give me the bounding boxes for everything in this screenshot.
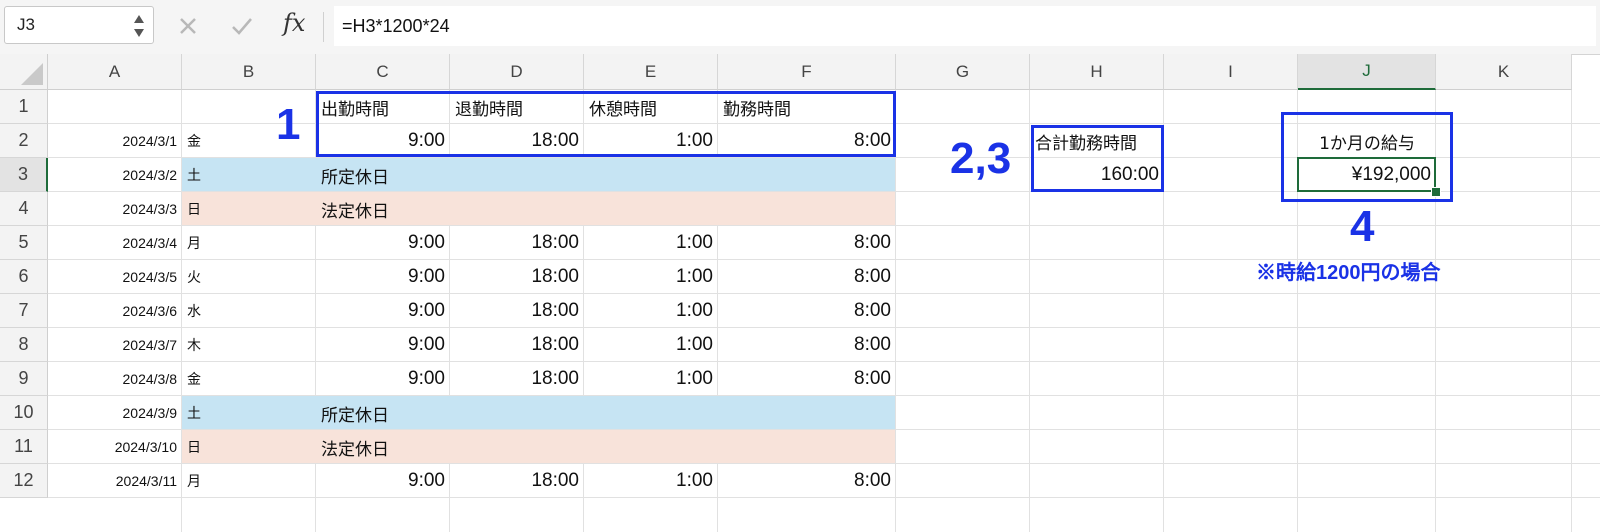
time-cell-e[interactable]: 1:00 (584, 464, 718, 498)
cancel-icon[interactable] (172, 10, 204, 42)
confirm-check-icon[interactable] (226, 10, 258, 42)
time-cell-e[interactable]: 1:00 (584, 260, 718, 294)
row-header-5[interactable]: 5 (0, 226, 48, 260)
annotation-note: ※時給1200円の場合 (1256, 262, 1441, 284)
select-all-corner[interactable] (0, 54, 48, 90)
row-header-7[interactable]: 7 (0, 294, 48, 328)
time-cell-d[interactable]: 18:00 (450, 226, 584, 260)
holiday-label-cell[interactable]: 法定休日 (316, 430, 896, 464)
column-header-k[interactable]: K (1436, 54, 1572, 90)
time-cell-f[interactable]: 8:00 (718, 362, 896, 396)
fx-icon[interactable]: fx (283, 9, 305, 37)
row-header-8[interactable]: 8 (0, 328, 48, 362)
annotation-box-1 (316, 91, 896, 157)
time-cell-d[interactable]: 18:00 (450, 362, 584, 396)
time-cell-f[interactable]: 8:00 (718, 226, 896, 260)
weekday-cell[interactable]: 月 (182, 464, 316, 498)
row-header-9[interactable]: 9 (0, 362, 48, 396)
row-header-11[interactable]: 11 (0, 430, 48, 464)
formula-bar: J3 fx =H3*1200*24 (0, 0, 1600, 55)
time-cell-d[interactable]: 18:00 (450, 328, 584, 362)
column-header-c[interactable]: C (316, 54, 450, 90)
column-header-a[interactable]: A (48, 54, 182, 90)
annotation-box-2-3 (1031, 125, 1164, 192)
weekday-cell[interactable]: 月 (182, 226, 316, 260)
time-cell-c[interactable]: 9:00 (316, 260, 450, 294)
date-cell[interactable]: 2024/3/9 (48, 396, 182, 430)
weekday-cell[interactable]: 土 (182, 158, 316, 192)
date-cell[interactable]: 2024/3/4 (48, 226, 182, 260)
date-cell[interactable]: 2024/3/7 (48, 328, 182, 362)
time-cell-c[interactable]: 9:00 (316, 464, 450, 498)
column-header-d[interactable]: D (450, 54, 584, 90)
column-header-i[interactable]: I (1164, 54, 1298, 90)
annotation-2-3: 2,3 (950, 134, 1012, 183)
weekday-cell[interactable]: 日 (182, 192, 316, 226)
column-header-b[interactable]: B (182, 54, 316, 90)
date-cell[interactable]: 2024/3/6 (48, 294, 182, 328)
row-header-6[interactable]: 6 (0, 260, 48, 294)
holiday-label-cell[interactable]: 所定休日 (316, 396, 896, 430)
time-cell-e[interactable]: 1:00 (584, 294, 718, 328)
column-header-g[interactable]: G (896, 54, 1030, 90)
date-cell[interactable]: 2024/3/3 (48, 192, 182, 226)
column-header-f[interactable]: F (718, 54, 896, 90)
annotation-box-4 (1281, 112, 1453, 202)
time-cell-f[interactable]: 8:00 (718, 294, 896, 328)
time-cell-c[interactable]: 9:00 (316, 362, 450, 396)
formula-divider (323, 12, 324, 42)
name-box-value: J3 (17, 15, 35, 34)
formula-input[interactable]: =H3*1200*24 (334, 6, 1596, 46)
column-header-j[interactable]: J (1298, 54, 1436, 90)
time-cell-c[interactable]: 9:00 (316, 294, 450, 328)
date-cell[interactable]: 2024/3/11 (48, 464, 182, 498)
date-cell[interactable]: 2024/3/10 (48, 430, 182, 464)
row-header-1[interactable]: 1 (0, 90, 48, 124)
weekday-cell[interactable]: 日 (182, 430, 316, 464)
date-cell[interactable]: 2024/3/1 (48, 124, 182, 158)
row-header-12[interactable]: 12 (0, 464, 48, 498)
time-cell-c[interactable]: 9:00 (316, 328, 450, 362)
weekday-cell[interactable]: 土 (182, 396, 316, 430)
row-header-2[interactable]: 2 (0, 124, 48, 158)
date-cell[interactable]: 2024/3/8 (48, 362, 182, 396)
date-cell[interactable]: 2024/3/2 (48, 158, 182, 192)
row-header-4[interactable]: 4 (0, 192, 48, 226)
column-header-h[interactable]: H (1030, 54, 1164, 90)
time-cell-e[interactable]: 1:00 (584, 362, 718, 396)
time-cell-f[interactable]: 8:00 (718, 328, 896, 362)
holiday-label-cell[interactable]: 法定休日 (316, 192, 896, 226)
holiday-label-cell[interactable]: 所定休日 (316, 158, 896, 192)
date-cell[interactable]: 2024/3/5 (48, 260, 182, 294)
time-cell-d[interactable]: 18:00 (450, 260, 584, 294)
row-header-10[interactable]: 10 (0, 396, 48, 430)
column-header-e[interactable]: E (584, 54, 718, 90)
annotation-4: 4 (1350, 202, 1375, 251)
formula-text: =H3*1200*24 (342, 16, 450, 36)
select-all-triangle-icon (21, 63, 43, 85)
weekday-cell[interactable]: 水 (182, 294, 316, 328)
time-cell-e[interactable]: 1:00 (584, 328, 718, 362)
cell-area[interactable]: 出勤時間 退勤時間 休憩時間 勤務時間 2024/3/1 金 9:00 18:00 1:00 8:… (48, 90, 1600, 532)
time-cell-f[interactable]: 8:00 (718, 464, 896, 498)
weekday-cell[interactable]: 火 (182, 260, 316, 294)
time-cell-d[interactable]: 18:00 (450, 464, 584, 498)
time-cell-f[interactable]: 8:00 (718, 260, 896, 294)
time-cell-d[interactable]: 18:00 (450, 294, 584, 328)
annotation-1: 1 (276, 100, 301, 149)
stepper-icon[interactable] (133, 12, 145, 40)
time-cell-e[interactable]: 1:00 (584, 226, 718, 260)
name-box[interactable]: J3 (4, 6, 154, 44)
time-cell-c[interactable]: 9:00 (316, 226, 450, 260)
weekday-cell[interactable]: 木 (182, 328, 316, 362)
spreadsheet-grid: ABCDEFGHIJK 1 2 3 4 5 6 7 8 9 10 11 12 出勤時間 退勤時間 休憩時間… (0, 54, 1600, 532)
weekday-cell[interactable]: 金 (182, 362, 316, 396)
row-header-3[interactable]: 3 (0, 158, 48, 192)
